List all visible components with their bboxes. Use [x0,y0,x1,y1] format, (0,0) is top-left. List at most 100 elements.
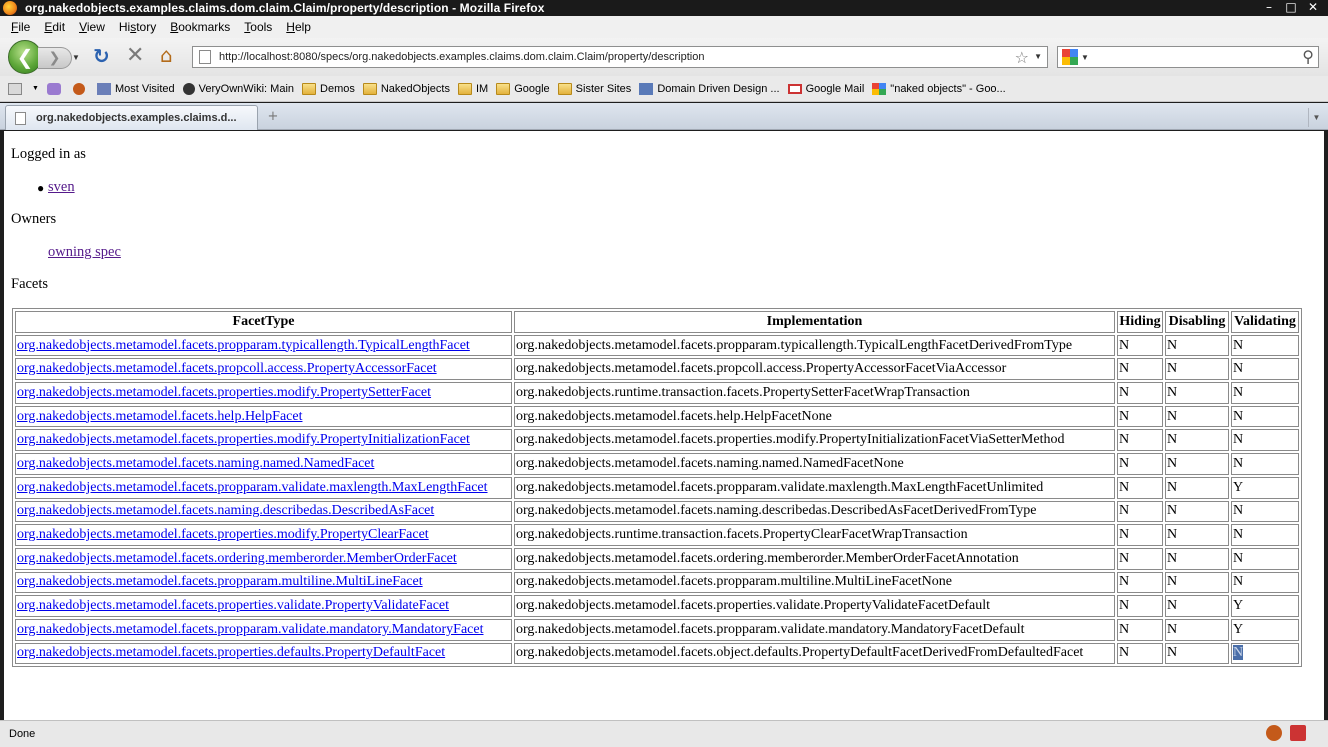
bookmarks-dropdown-icon: ▼ [32,85,39,92]
bookmark-purple[interactable] [46,82,65,95]
menu-edit[interactable]: Edit [44,20,65,34]
disabling-cell: N [1165,524,1229,546]
cell-value: N [1167,621,1178,637]
wiki-icon [182,82,195,95]
bookmark-domain-driven-design[interactable]: Domain Driven Design ... [639,82,780,95]
facet-type-link[interactable]: org.nakedobjects.metamodel.facets.proper… [17,432,470,447]
google-search-engine-icon[interactable] [1062,49,1078,65]
page-icon [15,111,26,125]
bookmark-most-visited[interactable]: Most Visited [96,82,175,95]
url-dropdown-icon[interactable]: ▼ [1034,52,1042,61]
table-row: org.nakedobjects.metamodel.facets.proppa… [15,618,1299,641]
table-header-row: FacetType Implementation Hiding Disablin… [15,311,1299,333]
cell-value: N [1167,384,1178,400]
search-icon[interactable]: ⚲ [1302,47,1314,66]
cell-value: N [1119,621,1130,637]
owning-spec-link[interactable]: owning spec [48,244,121,261]
cell-value: N [1167,574,1178,590]
facet-type-link[interactable]: org.nakedobjects.metamodel.facets.orderi… [17,551,457,566]
menu-bookmarks[interactable]: Bookmarks [170,20,230,34]
menu-view[interactable]: View [79,20,105,34]
facet-type-link[interactable]: org.nakedobjects.metamodel.facets.proppa… [17,480,488,495]
tab-list-dropdown-icon[interactable]: ▼ [1308,108,1324,127]
menu-help[interactable]: Help [286,20,311,34]
facet-type-cell: org.nakedobjects.metamodel.facets.proper… [15,642,512,665]
stop-icon[interactable]: ✕ [126,45,144,67]
user-link[interactable]: sven [48,179,75,196]
facet-type-link[interactable]: org.nakedobjects.metamodel.facets.proppa… [17,622,484,637]
page-icon [199,50,211,64]
facet-type-link[interactable]: org.nakedobjects.metamodel.facets.proper… [17,385,431,400]
facet-type-link[interactable]: org.nakedobjects.metamodel.facets.naming… [17,503,434,518]
facet-type-link[interactable]: org.nakedobjects.metamodel.facets.proppa… [17,574,423,589]
forward-button[interactable]: ❯ [38,47,72,69]
disabling-cell: N [1165,358,1229,381]
cell-value: N [1233,361,1244,377]
menu-file[interactable]: File [11,20,30,34]
validating-cell: N [1231,642,1299,665]
disabling-cell: N [1165,429,1229,452]
bookmarks-toolbar: ▼ Most Visited VeryOwnWiki: Main Demos N… [0,76,1328,102]
firebug-status-icon[interactable] [1266,725,1282,741]
cell-value: N [1167,337,1178,353]
table-row: org.nakedobjects.metamodel.facets.propco… [15,358,1299,381]
facet-type-link[interactable]: org.nakedobjects.metamodel.facets.propco… [17,361,437,376]
cell-value: N [1119,574,1130,590]
bookmark-folder-demos[interactable]: Demos [302,82,355,95]
address-bar[interactable]: http://localhost:8080/specs/org.nakedobj… [192,46,1048,68]
table-row: org.nakedobjects.metamodel.facets.proper… [15,429,1299,452]
facet-type-link[interactable]: org.nakedobjects.metamodel.facets.help.H… [17,409,302,424]
owners-label: Owners [11,211,57,227]
bookmark-star-icon[interactable]: ☆ [1015,48,1029,67]
bookmark-veryownwiki[interactable]: VeryOwnWiki: Main [182,82,294,95]
validating-cell: N [1231,358,1299,381]
facets-label: Facets [11,276,49,292]
hiding-cell: N [1117,524,1163,546]
bookmark-folder-sister-sites[interactable]: Sister Sites [557,82,631,95]
facet-type-cell: org.nakedobjects.metamodel.facets.orderi… [15,547,512,570]
tab-active[interactable]: org.nakedobjects.examples.claims.d... [5,105,258,130]
reload-icon[interactable]: ↻ [93,46,110,66]
cell-value: org.nakedobjects.metamodel.facets.proppa… [516,621,1025,637]
facet-type-link[interactable]: org.nakedobjects.metamodel.facets.proper… [17,645,445,660]
facet-type-link[interactable]: org.nakedobjects.metamodel.facets.proper… [17,598,449,613]
bookmark-list-icon[interactable]: ▼ [8,82,39,95]
minimize-button[interactable]: – [1258,0,1280,15]
facet-type-link[interactable]: org.nakedobjects.metamodel.facets.naming… [17,456,374,471]
implementation-cell: org.nakedobjects.metamodel.facets.proppa… [514,571,1115,594]
close-window-button[interactable]: ✕ [1302,0,1324,15]
url-text[interactable]: http://localhost:8080/specs/org.nakedobj… [219,51,704,63]
tab-strip: org.nakedobjects.examples.claims.d... + … [0,103,1328,130]
disabling-cell: N [1165,453,1229,475]
bookmark-google-mail[interactable]: Google Mail [787,83,864,95]
menu-history[interactable]: History [119,20,156,34]
firefox-logo-icon [3,1,17,15]
bookmark-folder-nakedobjects[interactable]: NakedObjects [362,82,450,95]
bookmark-folder-im[interactable]: IM [457,82,488,95]
disabling-cell: N [1165,382,1229,404]
hiding-cell: N [1117,642,1163,665]
menu-bar: File Edit View History Bookmarks Tools H… [0,16,1328,38]
menu-tools[interactable]: Tools [244,20,272,34]
facet-type-cell: org.nakedobjects.metamodel.facets.help.H… [15,405,512,428]
facet-type-cell: org.nakedobjects.metamodel.facets.proppa… [15,334,512,357]
addon-status-icon[interactable] [1290,725,1306,741]
facet-type-cell: org.nakedobjects.metamodel.facets.naming… [15,500,512,523]
home-icon[interactable]: ⌂ [160,44,173,66]
new-tab-button[interactable]: + [262,108,284,127]
maximize-button[interactable]: □ [1280,0,1302,15]
cell-value: org.nakedobjects.metamodel.facets.object… [516,645,1084,661]
window-controls: – □ ✕ [1258,0,1324,15]
bookmark-folder-google[interactable]: Google [496,82,550,95]
navigation-toolbar: ❮ ❯ ▼ ↻ ✕ ⌂ http://localhost:8080/specs/… [0,38,1328,76]
bookmark-naked-objects-google[interactable]: "naked objects" - Goo... [872,82,1006,95]
facet-type-link[interactable]: org.nakedobjects.metamodel.facets.proper… [17,527,429,542]
back-button[interactable]: ❮ [8,40,42,74]
history-dropdown-icon[interactable]: ▼ [72,53,80,62]
facet-type-link[interactable]: org.nakedobjects.metamodel.facets.proppa… [17,338,470,353]
table-row: org.nakedobjects.metamodel.facets.naming… [15,453,1299,475]
search-box[interactable]: ▼ ⚲ [1057,46,1319,68]
bookmark-firebug[interactable] [72,82,89,95]
hiding-cell: N [1117,358,1163,381]
search-engine-dropdown-icon[interactable]: ▼ [1081,53,1089,62]
